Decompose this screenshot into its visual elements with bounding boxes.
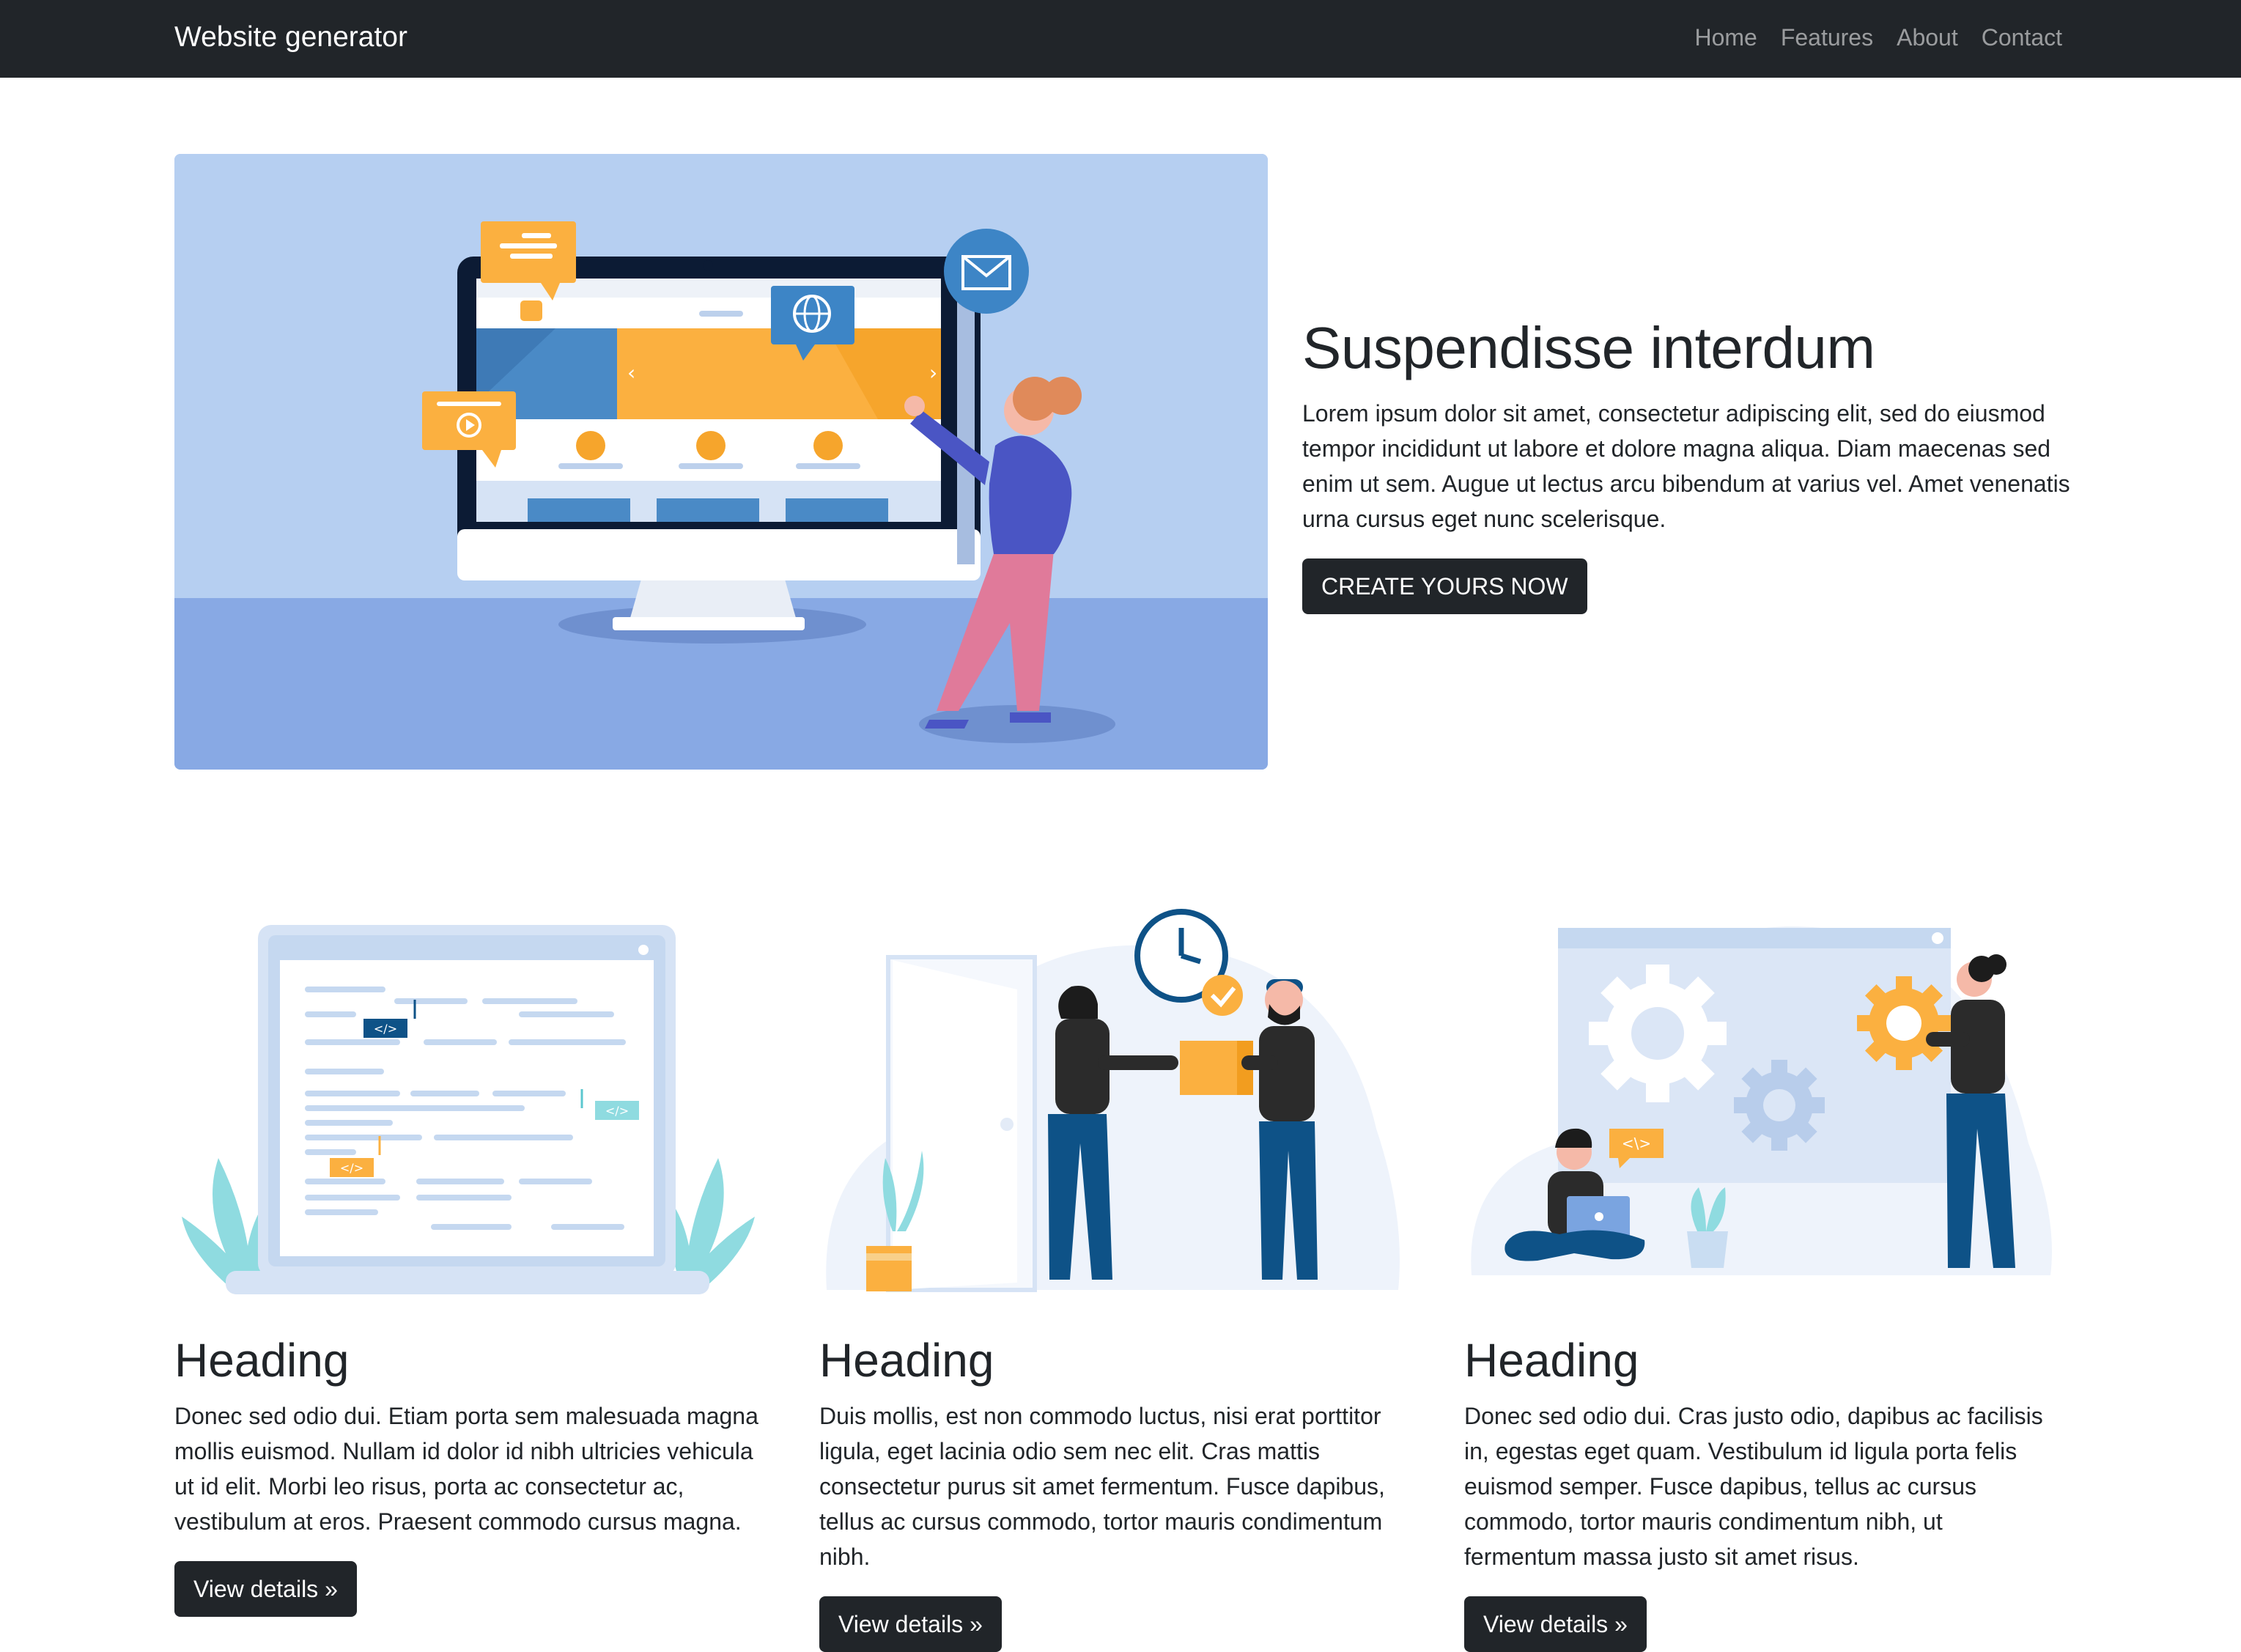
view-details-button[interactable]: View details » [1464, 1596, 1647, 1652]
feature-heading: Heading [174, 1334, 350, 1387]
delivery-illustration [819, 909, 1407, 1305]
code-tag-label: </> [374, 1022, 397, 1036]
feature-text: Donec sed odio dui. Cras justo odio, dap… [1464, 1403, 2043, 1570]
nav-link-home[interactable]: Home [1694, 18, 1757, 57]
nav-links: Home Features About Contact [1694, 18, 2062, 57]
feature-card-3: <\> Heading Donec sed odio dui. Cras jus… [1464, 909, 2052, 1652]
create-yours-now-button[interactable]: CREATE YOURS NOW [1302, 558, 1587, 614]
feature-heading: Heading [1464, 1334, 1639, 1387]
svg-text:‹: ‹ [627, 361, 635, 385]
hero-illustration: ‹ › [174, 154, 1268, 770]
code-editor-illustration: </> </> </> [174, 909, 762, 1305]
hero-description: Lorem ipsum dolor sit amet, consectetur … [1302, 400, 2070, 532]
nav-link-about[interactable]: About [1897, 18, 1958, 57]
feature-card-1: </> </> </> Heading Donec sed odio dui. … [174, 909, 762, 1617]
nav-link-features[interactable]: Features [1781, 18, 1873, 57]
brand-link[interactable]: Website generator [174, 18, 407, 57]
code-tag-label: <\> [1622, 1135, 1651, 1152]
feature-text: Donec sed odio dui. Etiam porta sem male… [174, 1403, 758, 1535]
code-tag-label: </> [340, 1161, 363, 1175]
feature-heading: Heading [819, 1334, 994, 1387]
nav-link-contact[interactable]: Contact [1982, 18, 2062, 57]
feature-text: Duis mollis, est non commodo luctus, nis… [819, 1403, 1385, 1570]
code-tag-label: </> [605, 1104, 629, 1118]
view-details-button[interactable]: View details » [819, 1596, 1002, 1652]
svg-text:›: › [929, 361, 937, 385]
settings-illustration: <\> [1464, 909, 2052, 1305]
navbar: Website generator Home Features About Co… [0, 0, 2241, 78]
feature-card-2: Heading Duis mollis, est non commodo luc… [819, 909, 1407, 1652]
hero-title: Suspendisse interdum [1302, 315, 1875, 380]
view-details-button[interactable]: View details » [174, 1561, 357, 1617]
hero-content: Suspendisse interdum Lorem ipsum dolor s… [1302, 308, 2072, 614]
